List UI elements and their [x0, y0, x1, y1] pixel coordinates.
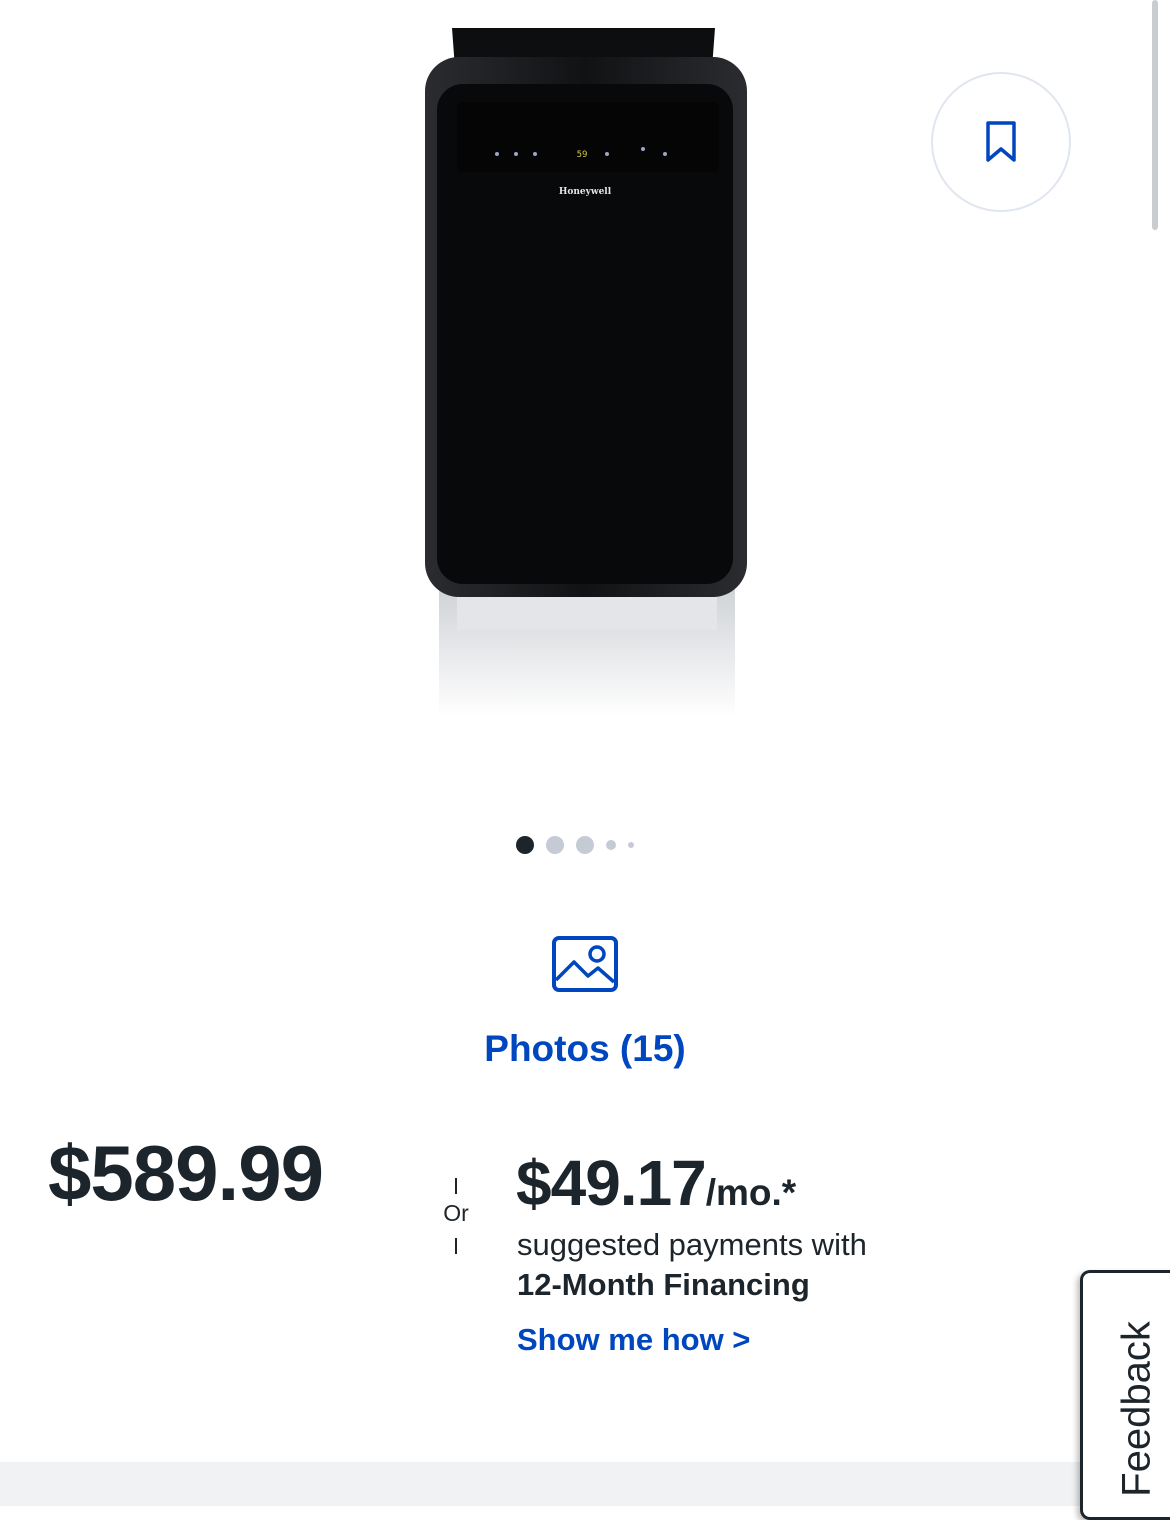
- carousel-dot[interactable]: [516, 836, 534, 854]
- product-image[interactable]: 59 Honeywell: [417, 22, 757, 717]
- financing-line-2: 12-Month Financing: [517, 1267, 810, 1302]
- display-reading: 59: [577, 150, 588, 160]
- or-label: Or: [443, 1200, 469, 1226]
- carousel-dot[interactable]: [546, 836, 564, 854]
- monthly-price: $49.17/mo.*: [516, 1146, 796, 1220]
- photos-link[interactable]: Photos (15): [0, 1028, 1170, 1070]
- show-me-how-link[interactable]: Show me how >: [517, 1322, 750, 1358]
- financing-line-1: suggested payments with: [517, 1227, 867, 1262]
- financing-text: suggested payments with 12-Month Financi…: [517, 1225, 867, 1305]
- or-divider: Or: [438, 1178, 474, 1258]
- carousel-dot[interactable]: [576, 836, 594, 854]
- carousel-dot[interactable]: [606, 840, 616, 850]
- brand-logo: Honeywell: [559, 187, 612, 197]
- product-price: $589.99: [48, 1129, 324, 1217]
- image-icon[interactable]: [552, 936, 618, 992]
- section-divider: [0, 1462, 1170, 1506]
- feedback-label: Feedback: [1114, 1321, 1159, 1497]
- monthly-amount: $49.17: [516, 1147, 707, 1219]
- carousel-dot[interactable]: [628, 842, 634, 848]
- carousel-indicator[interactable]: [516, 835, 634, 855]
- bookmark-icon: [986, 121, 1016, 162]
- feedback-tab[interactable]: Feedback: [1080, 1270, 1170, 1520]
- scrollbar[interactable]: [1152, 0, 1158, 230]
- monthly-suffix: /mo.*: [705, 1172, 797, 1213]
- save-button[interactable]: [931, 72, 1071, 212]
